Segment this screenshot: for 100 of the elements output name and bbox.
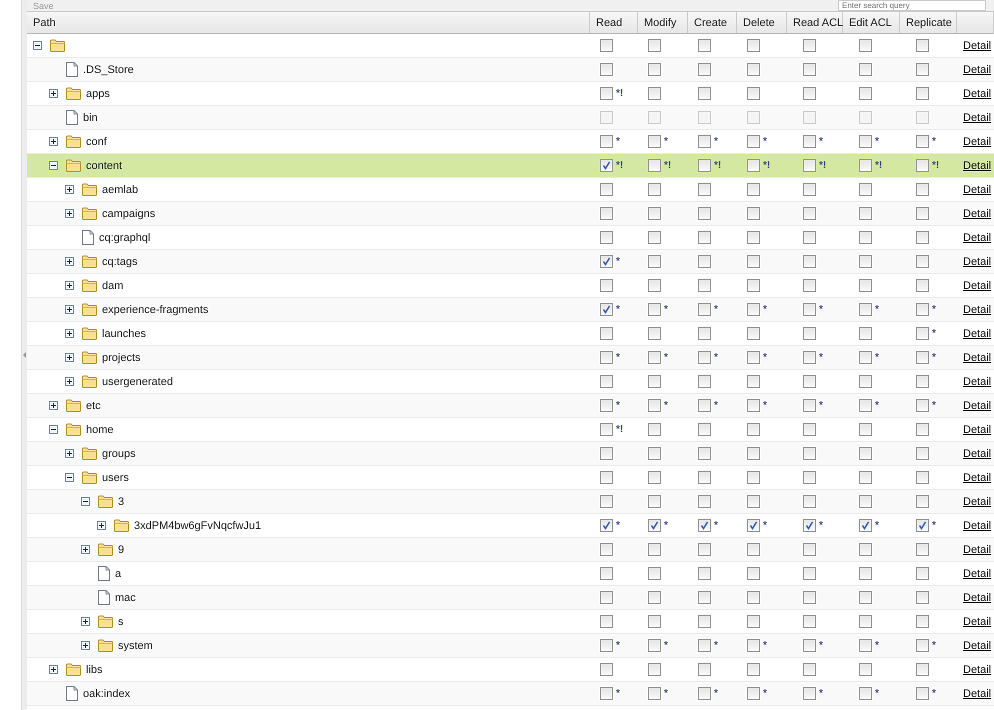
permission-checkbox[interactable] [803, 615, 816, 628]
permission-checkbox[interactable] [600, 471, 613, 484]
permission-checkbox[interactable] [648, 471, 661, 484]
permission-checkbox[interactable] [648, 447, 661, 460]
permission-checkbox[interactable] [600, 231, 613, 244]
tree-item-label[interactable]: a [115, 568, 122, 580]
permission-checkbox[interactable] [600, 399, 613, 412]
tree-item-label[interactable]: projects [102, 352, 141, 364]
detail-link[interactable]: Detail [963, 520, 992, 532]
permission-checkbox[interactable] [648, 519, 661, 532]
detail-link[interactable]: Detail [963, 136, 992, 148]
permission-checkbox[interactable] [916, 63, 929, 76]
permission-checkbox[interactable] [698, 183, 711, 196]
permission-checkbox[interactable] [916, 159, 929, 172]
detail-link[interactable]: Detail [963, 208, 992, 220]
permission-checkbox[interactable] [698, 375, 711, 388]
tree-item-label[interactable]: etc [86, 400, 101, 412]
collapse-icon[interactable] [49, 161, 58, 170]
permission-checkbox[interactable] [916, 663, 929, 676]
permission-checkbox[interactable] [600, 63, 613, 76]
detail-link[interactable]: Detail [963, 568, 992, 580]
permission-checkbox[interactable] [916, 183, 929, 196]
permission-checkbox[interactable] [859, 471, 872, 484]
permission-checkbox[interactable] [648, 687, 661, 700]
permission-checkbox[interactable] [747, 159, 760, 172]
permission-checkbox[interactable] [600, 255, 613, 268]
permission-checkbox[interactable] [747, 495, 760, 508]
permission-checkbox[interactable] [747, 615, 760, 628]
permission-checkbox[interactable] [600, 87, 613, 100]
permission-checkbox[interactable] [916, 207, 929, 220]
permission-checkbox[interactable] [600, 279, 613, 292]
permission-checkbox[interactable] [859, 279, 872, 292]
permission-checkbox[interactable] [698, 39, 711, 52]
permission-checkbox[interactable] [698, 639, 711, 652]
permission-checkbox[interactable] [916, 135, 929, 148]
permission-checkbox[interactable] [916, 687, 929, 700]
tree-item-label[interactable]: groups [102, 448, 136, 460]
detail-link[interactable]: Detail [963, 64, 992, 76]
permission-checkbox[interactable] [803, 63, 816, 76]
expand-icon[interactable] [81, 545, 90, 554]
permission-checkbox[interactable] [859, 591, 872, 604]
permission-checkbox[interactable] [747, 87, 760, 100]
permission-checkbox[interactable] [859, 399, 872, 412]
permission-checkbox[interactable] [600, 375, 613, 388]
permission-checkbox[interactable] [803, 87, 816, 100]
permission-checkbox[interactable] [648, 375, 661, 388]
permission-checkbox[interactable] [698, 135, 711, 148]
permission-checkbox[interactable] [859, 663, 872, 676]
permission-checkbox[interactable] [859, 639, 872, 652]
permission-checkbox[interactable] [859, 159, 872, 172]
expand-icon[interactable] [97, 521, 106, 530]
permission-checkbox[interactable] [600, 447, 613, 460]
permission-checkbox[interactable] [859, 375, 872, 388]
permission-checkbox[interactable] [803, 255, 816, 268]
permission-checkbox[interactable] [859, 519, 872, 532]
permission-checkbox[interactable] [747, 543, 760, 556]
permission-checkbox[interactable] [698, 543, 711, 556]
permission-checkbox[interactable] [916, 615, 929, 628]
permission-checkbox[interactable] [600, 567, 613, 580]
permission-checkbox[interactable] [648, 567, 661, 580]
permission-checkbox[interactable] [648, 663, 661, 676]
permission-checkbox[interactable] [698, 207, 711, 220]
permission-checkbox[interactable] [859, 39, 872, 52]
detail-link[interactable]: Detail [963, 688, 992, 700]
permission-checkbox[interactable] [747, 231, 760, 244]
permission-checkbox[interactable] [859, 87, 872, 100]
permission-checkbox[interactable] [803, 327, 816, 340]
expand-icon[interactable] [65, 353, 74, 362]
tree-item-label[interactable]: launches [102, 328, 146, 340]
detail-link[interactable]: Detail [963, 448, 992, 460]
tree-item-label[interactable]: users [102, 472, 129, 484]
tree-item-label[interactable]: system [118, 640, 153, 652]
permission-checkbox[interactable] [600, 639, 613, 652]
permission-checkbox[interactable] [916, 351, 929, 364]
permission-checkbox[interactable] [648, 87, 661, 100]
permission-checkbox[interactable] [648, 543, 661, 556]
tree-item-label[interactable]: 9 [118, 544, 124, 556]
permission-checkbox[interactable] [859, 351, 872, 364]
permission-checkbox[interactable] [747, 39, 760, 52]
detail-link[interactable]: Detail [963, 304, 992, 316]
detail-link[interactable]: Detail [963, 376, 992, 388]
permission-checkbox[interactable] [600, 591, 613, 604]
tree-item-label[interactable]: cq:tags [102, 256, 138, 268]
permission-checkbox[interactable] [600, 663, 613, 676]
permission-checkbox[interactable] [803, 183, 816, 196]
tree-item-label[interactable]: 3 [118, 496, 124, 508]
tree-item-label[interactable]: content [86, 160, 122, 172]
permission-checkbox[interactable] [747, 279, 760, 292]
tree-item-label[interactable]: s [118, 616, 124, 628]
permission-checkbox[interactable] [698, 159, 711, 172]
permission-checkbox[interactable] [916, 231, 929, 244]
permission-checkbox[interactable] [916, 87, 929, 100]
permission-checkbox[interactable] [698, 87, 711, 100]
detail-link[interactable]: Detail [963, 496, 992, 508]
permission-checkbox[interactable] [698, 615, 711, 628]
permission-checkbox[interactable] [648, 183, 661, 196]
expand-icon[interactable] [49, 401, 58, 410]
permission-checkbox[interactable] [803, 159, 816, 172]
permission-checkbox[interactable] [698, 255, 711, 268]
permission-checkbox[interactable] [600, 39, 613, 52]
